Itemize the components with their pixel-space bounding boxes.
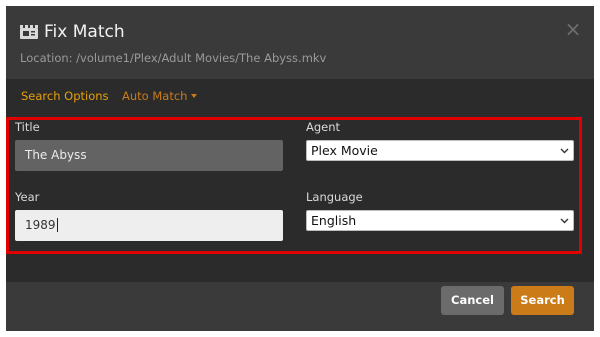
year-input-value: 1989 — [25, 218, 56, 232]
clapperboard-icon — [20, 25, 38, 39]
dialog-title: Fix Match — [44, 22, 125, 42]
dialog-header: Fix Match Location: /volume1/Plex/Adult … — [6, 6, 594, 79]
title-input[interactable]: The Abyss — [15, 140, 283, 171]
language-label: Language — [306, 190, 363, 204]
tab-auto-match-label: Auto Match — [122, 89, 188, 103]
agent-select[interactable]: Plex Movie — [306, 140, 574, 161]
tab-search-options[interactable]: Search Options — [21, 88, 109, 104]
caret-down-icon — [191, 93, 198, 98]
file-location: Location: /volume1/Plex/Adult Movies/The… — [20, 51, 327, 65]
language-select-value: English — [311, 213, 357, 228]
form-panel — [6, 112, 594, 282]
year-label: Year — [15, 190, 40, 204]
agent-label: Agent — [306, 120, 341, 134]
text-cursor — [56, 217, 58, 232]
chevron-down-icon — [560, 218, 569, 224]
language-select[interactable]: English — [306, 210, 574, 231]
chevron-down-icon — [560, 148, 569, 154]
title-input-value: The Abyss — [25, 148, 87, 162]
tab-auto-match[interactable]: Auto Match — [122, 88, 198, 104]
year-input[interactable]: 1989 — [15, 210, 283, 241]
dialog-footer — [6, 282, 594, 331]
tab-search-options-label: Search Options — [21, 89, 109, 103]
title-label: Title — [15, 120, 40, 134]
cancel-button[interactable]: Cancel — [441, 286, 504, 315]
search-button[interactable]: Search — [511, 286, 574, 315]
tab-bar: Search Options Auto Match — [6, 79, 594, 112]
close-icon[interactable]: × — [564, 19, 582, 39]
agent-select-value: Plex Movie — [311, 143, 378, 158]
